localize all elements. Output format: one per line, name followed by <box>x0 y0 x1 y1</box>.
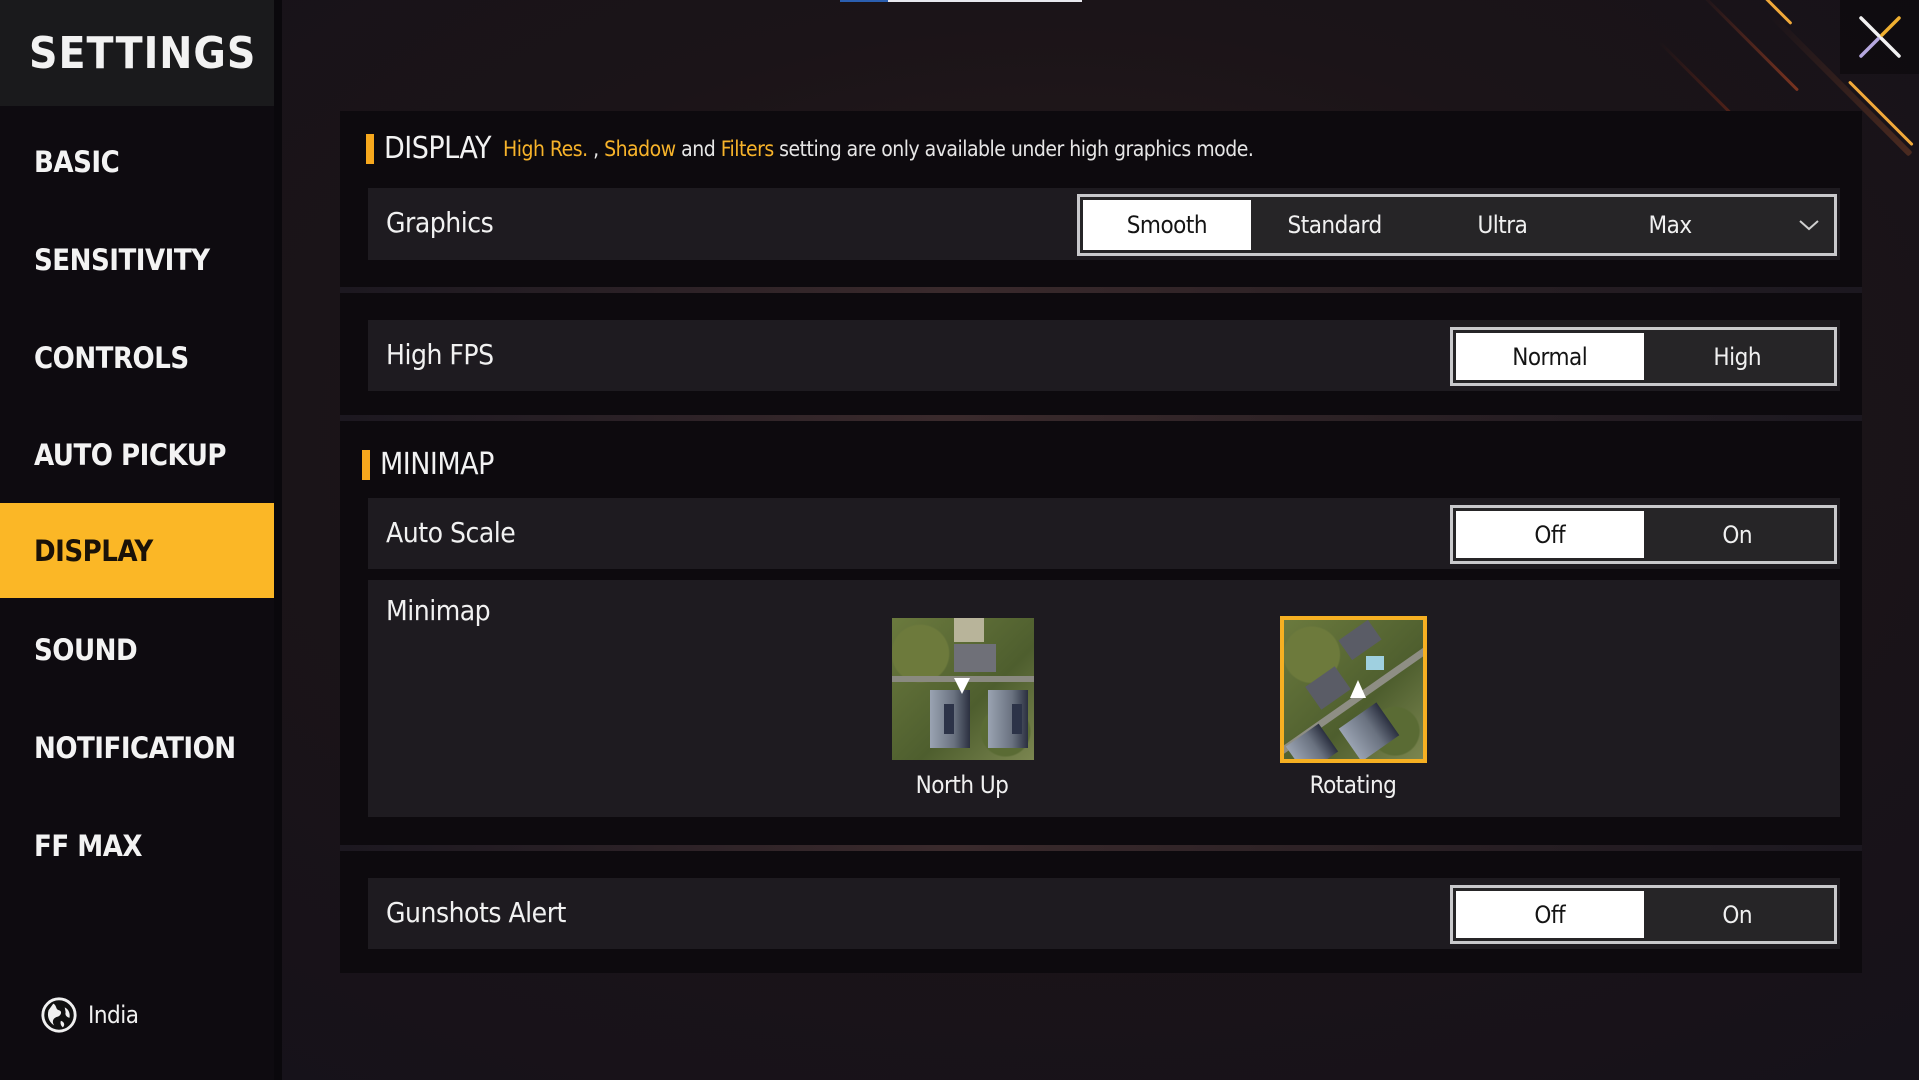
top-progress-indicator <box>840 0 1082 2</box>
section-accent-bar <box>362 449 370 480</box>
map-building <box>988 690 1028 748</box>
settings-title: SETTINGS <box>0 0 274 106</box>
auto-scale-option-off[interactable]: Off <box>1456 511 1644 558</box>
sidebar-item-sound[interactable]: SOUND <box>0 602 274 697</box>
sidebar-item-auto-pickup[interactable]: AUTO PICKUP <box>0 407 274 502</box>
map-building-shadow <box>1012 704 1022 734</box>
section-accent-bar <box>366 133 374 164</box>
graphics-label: Graphics <box>386 206 494 239</box>
map-road <box>954 618 984 642</box>
chevron-down-icon[interactable] <box>1798 218 1820 232</box>
gunshots-alert-label: Gunshots Alert <box>386 896 566 929</box>
note-separator: , <box>587 136 605 161</box>
high-fps-selector[interactable]: Normal High <box>1450 327 1837 386</box>
sidebar-divider <box>274 0 282 1080</box>
map-building <box>954 644 996 672</box>
minimap-section-title: MINIMAP <box>380 447 494 482</box>
note-highlight-filters: Filters <box>720 136 774 161</box>
sidebar-item-controls[interactable]: CONTROLS <box>0 310 274 405</box>
auto-scale-selector[interactable]: Off On <box>1450 505 1837 564</box>
map-building <box>1338 620 1382 661</box>
minimap-option-north-up[interactable] <box>892 618 1034 760</box>
sidebar-item-basic[interactable]: BASIC <box>0 114 274 209</box>
graphics-option-ultra[interactable]: Ultra <box>1419 200 1587 250</box>
graphics-selector[interactable]: Smooth Standard Ultra Max <box>1077 194 1837 256</box>
auto-scale-label: Auto Scale <box>386 516 516 549</box>
close-button[interactable] <box>1840 0 1919 74</box>
gunshots-alert-selector[interactable]: Off On <box>1450 885 1837 944</box>
close-icon <box>1858 16 1901 58</box>
high-fps-label: High FPS <box>386 338 494 371</box>
north-up-label: North Up <box>915 771 1009 799</box>
graphics-option-smooth[interactable]: Smooth <box>1083 200 1251 250</box>
map-pool <box>1366 656 1384 670</box>
display-note: High Res. , Shadow and Filters setting a… <box>502 136 1254 161</box>
minimap-option-rotating[interactable] <box>1280 616 1427 763</box>
map-building-shadow <box>944 704 954 734</box>
globe-icon <box>41 997 77 1033</box>
player-arrow-icon <box>954 678 970 694</box>
auto-scale-option-on[interactable]: On <box>1644 511 1832 558</box>
display-section-header: DISPLAY High Res. , Shadow and Filters s… <box>366 131 1254 166</box>
display-section-title: DISPLAY <box>384 131 491 166</box>
sidebar-item-ff-max[interactable]: FF MAX <box>0 798 274 893</box>
minimap-section-header: MINIMAP <box>362 447 494 482</box>
rotating-label: Rotating <box>1309 771 1397 799</box>
high-fps-option-normal[interactable]: Normal <box>1456 333 1644 380</box>
gunshots-alert-option-on[interactable]: On <box>1644 891 1832 938</box>
sidebar-item-display[interactable]: DISPLAY <box>0 503 274 598</box>
graphics-option-standard[interactable]: Standard <box>1251 200 1419 250</box>
gunshots-alert-option-off[interactable]: Off <box>1456 891 1644 938</box>
graphics-option-max[interactable]: Max <box>1586 200 1754 250</box>
sidebar-item-notification[interactable]: NOTIFICATION <box>0 700 274 795</box>
region-label: India <box>88 1001 139 1029</box>
region-selector[interactable]: India <box>40 996 139 1034</box>
map-building <box>1285 723 1339 759</box>
minimap-label: Minimap <box>386 594 491 627</box>
minimap-row: Minimap <box>368 580 1840 817</box>
sidebar-item-sensitivity[interactable]: SENSITIVITY <box>0 212 274 307</box>
note-tail: setting are only available under high gr… <box>773 136 1254 161</box>
player-arrow-icon <box>1350 680 1366 698</box>
note-highlight-high-res: High Res. <box>502 136 588 161</box>
note-highlight-shadow: Shadow <box>604 136 676 161</box>
map-building <box>1338 702 1400 759</box>
note-and: and <box>675 136 721 161</box>
high-fps-option-high[interactable]: High <box>1644 333 1832 380</box>
